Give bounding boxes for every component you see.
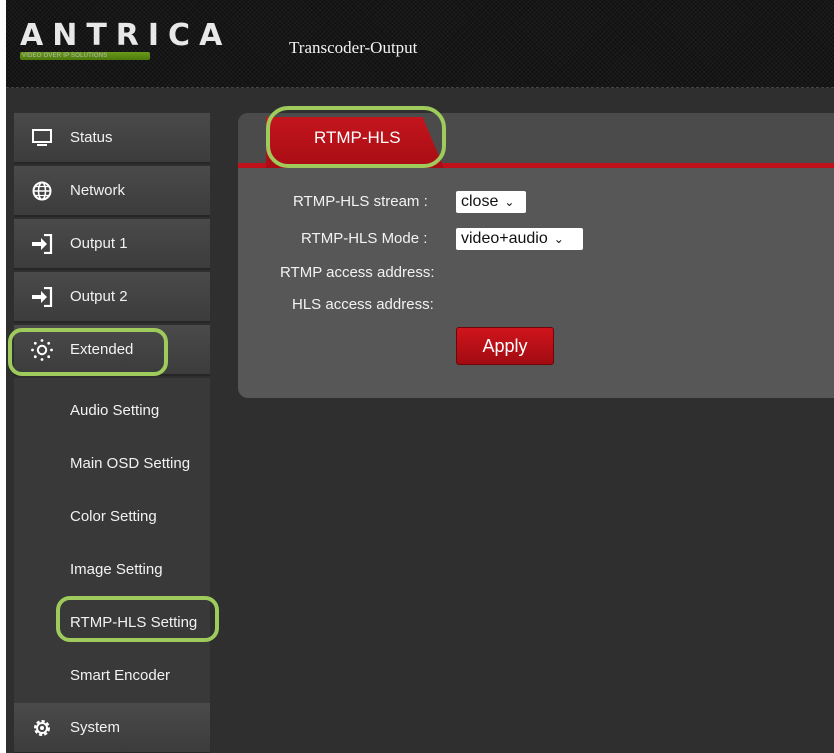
sidebar-item-label: Output 1 xyxy=(70,235,128,252)
output-arrow-icon xyxy=(30,285,54,309)
submenu-item-smart-encoder[interactable]: Smart Encoder xyxy=(14,649,210,702)
tab-rtmp-hls-label: RTMP-HLS xyxy=(314,128,401,147)
rtmp-hls-stream-select[interactable]: close ⌄ xyxy=(456,191,526,213)
rtmp-access-address-label: RTMP access address: xyxy=(280,264,435,281)
sidebar-item-network[interactable]: Network xyxy=(14,166,210,217)
sidebar-item-extended[interactable]: Extended xyxy=(14,325,210,376)
chevron-down-icon: ⌄ xyxy=(504,195,515,209)
rtmp-hls-mode-select[interactable]: video+audio ⌄ xyxy=(456,228,583,250)
output-arrow-icon xyxy=(30,232,54,256)
submenu-item-color-setting[interactable]: Color Setting xyxy=(14,490,210,543)
apply-button[interactable]: Apply xyxy=(456,327,554,365)
hls-access-address-label: HLS access address: xyxy=(292,296,434,313)
rtmp-hls-mode-label: RTMP-HLS Mode : xyxy=(301,230,428,247)
sidebar-item-output-2[interactable]: Output 2 xyxy=(14,272,210,323)
sidebar-item-label: Extended xyxy=(70,341,134,358)
sidebar-item-label: Network xyxy=(70,182,126,199)
monitor-icon xyxy=(30,126,54,150)
rtmp-hls-stream-label: RTMP-HLS stream : xyxy=(293,193,428,210)
globe-icon xyxy=(30,179,54,203)
chevron-down-icon: ⌄ xyxy=(553,232,564,246)
sidebar-item-system[interactable]: System xyxy=(14,703,210,753)
extended-submenu: Audio Setting Main OSD Setting Color Set… xyxy=(14,378,210,704)
submenu-item-rtmp-hls-setting[interactable]: RTMP-HLS Setting xyxy=(14,596,210,649)
gear-icon xyxy=(30,716,54,740)
antrica-logo: ANTRICA VIDEO OVER IP SOLUTIONS xyxy=(16,8,246,68)
app-header: ANTRICA VIDEO OVER IP SOLUTIONS Transcod… xyxy=(6,0,834,88)
tab-strip: RTMP-HLS xyxy=(238,113,834,168)
sun-gear-icon xyxy=(30,338,54,362)
submenu-item-image-setting[interactable]: Image Setting xyxy=(14,543,210,596)
sidebar-item-status[interactable]: Status xyxy=(14,113,210,164)
submenu-item-audio-setting[interactable]: Audio Setting xyxy=(14,384,210,437)
logo-subtitle: VIDEO OVER IP SOLUTIONS xyxy=(20,52,150,60)
rtmp-hls-mode-value: video+audio xyxy=(461,230,548,247)
sidebar: Status Network Output 1 Output 2 Extende… xyxy=(14,113,210,753)
rtmp-hls-stream-value: close xyxy=(461,193,499,210)
submenu-item-main-osd-setting[interactable]: Main OSD Setting xyxy=(14,437,210,490)
sidebar-item-label: Output 2 xyxy=(70,288,128,305)
page-title: Transcoder-Output xyxy=(289,38,418,57)
rtmp-hls-panel: RTMP-HLS RTMP-HLS stream : close ⌄ RTMP-… xyxy=(238,113,834,398)
sidebar-item-label: System xyxy=(70,719,121,736)
sidebar-item-label: Status xyxy=(70,129,113,146)
sidebar-item-output-1[interactable]: Output 1 xyxy=(14,219,210,270)
logo-text: ANTRICA xyxy=(20,18,232,53)
